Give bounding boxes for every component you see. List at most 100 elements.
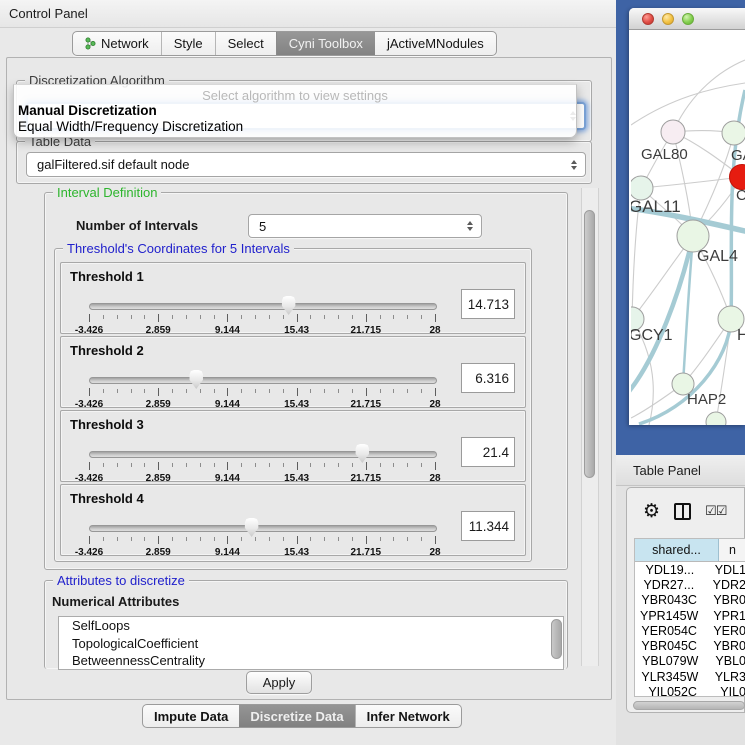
- label-c: C: [736, 187, 745, 204]
- slider-track[interactable]: [89, 377, 437, 384]
- tab-cyni-toolbox[interactable]: Cyni Toolbox: [276, 32, 375, 55]
- network-window-titlebar[interactable]: [629, 8, 745, 30]
- tab-style[interactable]: Style: [161, 32, 215, 55]
- cell-shared-name: YIL052C: [635, 685, 710, 697]
- table-panel: ⚙ ☑☑ shared... n YDL19...YDL1YDR27...YDR…: [626, 487, 745, 713]
- threshold-2-value-field[interactable]: 6.316: [461, 363, 515, 393]
- tab-impute-data[interactable]: Impute Data: [143, 705, 239, 727]
- cell-name: YLR3: [705, 670, 745, 684]
- table-panel-titlebar: Table Panel: [616, 455, 745, 486]
- zoom-window-icon[interactable]: [682, 13, 694, 25]
- control-panel-titlebar: Control Panel: [0, 0, 616, 28]
- slider-thumb[interactable]: [354, 444, 370, 463]
- threshold-4-value-field[interactable]: 11.344: [461, 511, 515, 541]
- node-table[interactable]: shared... n YDL19...YDL1YDR27...YDR2YBR0…: [634, 538, 745, 697]
- threshold-4-label: Threshold 4: [70, 491, 144, 506]
- slider-tick-labels: -3.4262.8599.14415.4321.71528: [89, 547, 435, 559]
- bottom-tab-bar: Impute Data Discretize Data Infer Networ…: [142, 704, 462, 728]
- interval-definition-label: Interval Definition: [53, 185, 161, 200]
- algorithm-option-manual[interactable]: Manual Discretization: [18, 103, 157, 118]
- list-scrollbar[interactable]: [551, 619, 562, 659]
- attributes-group-label: Attributes to discretize: [53, 573, 189, 588]
- tab-impute-data-label: Impute Data: [154, 709, 228, 724]
- tab-discretize-data[interactable]: Discretize Data: [239, 705, 354, 727]
- close-window-icon[interactable]: [642, 13, 654, 25]
- select-columns-icons[interactable]: ☑☑: [705, 503, 726, 519]
- numerical-attributes-label: Numerical Attributes: [52, 594, 179, 609]
- label-gcy1: GCY1: [631, 327, 673, 344]
- algorithm-option-equal-width[interactable]: Equal Width/Frequency Discretization: [18, 119, 243, 134]
- threshold-3-value-field[interactable]: 21.4: [461, 437, 515, 467]
- table-row[interactable]: YBL079WYBL0: [635, 654, 745, 669]
- threshold-3-label: Threshold 3: [70, 417, 144, 432]
- cell-name: YBR0: [703, 593, 745, 607]
- slider-track[interactable]: [89, 303, 437, 310]
- threshold-3-slider[interactable]: -3.4262.8599.14415.4321.71528: [89, 447, 435, 477]
- threshold-1-slider[interactable]: -3.4262.8599.14415.4321.71528: [89, 299, 435, 329]
- tab-select[interactable]: Select: [215, 32, 276, 55]
- threshold-4-slider[interactable]: -3.4262.8599.14415.4321.71528: [89, 521, 435, 551]
- scrollbar-thumb[interactable]: [584, 210, 595, 478]
- cell-name: YIL0: [710, 685, 745, 697]
- cell-name: YER0: [703, 624, 745, 638]
- tab-infer-network[interactable]: Infer Network: [355, 705, 461, 727]
- threshold-2-panel: Threshold 2 -3.4262.8599.14415.4321.7152…: [60, 336, 526, 408]
- tab-jactivemnodules[interactable]: jActiveMNodules: [375, 32, 496, 55]
- table-row[interactable]: YDR27...YDR2: [635, 577, 745, 592]
- column-header-shared-name[interactable]: shared...: [635, 539, 719, 561]
- table-row[interactable]: YBR043CYBR0: [635, 593, 745, 608]
- algorithm-placeholder: Select algorithm to view settings: [14, 88, 576, 103]
- numerical-attributes-list[interactable]: SelfLoopsTopologicalCoefficientBetweenne…: [58, 616, 564, 670]
- network-view-window[interactable]: GAL80 GA C GAL11 GAL4 GCY1 H HAP2: [629, 8, 745, 425]
- panel-scrollbar[interactable]: [581, 188, 599, 666]
- table-horizontal-scrollbar[interactable]: [633, 701, 745, 710]
- label-h: H: [737, 327, 745, 344]
- slider-thumb[interactable]: [188, 370, 204, 389]
- num-intervals-label: Number of Intervals: [76, 218, 198, 233]
- threshold-2-slider[interactable]: -3.4262.8599.14415.4321.71528: [89, 373, 435, 403]
- top-tab-bar: Network Style Select Cyni Toolbox jActiv…: [72, 31, 497, 56]
- slider-ticks: [89, 462, 435, 471]
- column-header-name[interactable]: n: [719, 539, 745, 561]
- threshold-2-label: Threshold 2: [70, 343, 144, 358]
- threshold-1-label: Threshold 1: [70, 269, 144, 284]
- attribute-item[interactable]: TopologicalCoefficient: [59, 635, 563, 653]
- node-top-right[interactable]: [722, 121, 745, 145]
- table-row[interactable]: YDL19...YDL1: [635, 562, 745, 577]
- panel-title: Control Panel: [9, 6, 88, 21]
- combo-arrows-icon: [571, 160, 577, 170]
- label-ga: GA: [731, 147, 745, 164]
- split-view-icon[interactable]: [674, 503, 691, 520]
- cell-shared-name: YLR345W: [635, 670, 705, 684]
- cell-shared-name: YER054C: [635, 624, 703, 638]
- table-body: YDL19...YDL1YDR27...YDR2YBR043CYBR0YPR14…: [635, 562, 745, 697]
- gear-icon[interactable]: ⚙: [643, 502, 660, 521]
- tab-discretize-data-label: Discretize Data: [250, 709, 343, 724]
- cell-shared-name: YBR043C: [635, 593, 703, 607]
- slider-thumb[interactable]: [281, 296, 297, 315]
- table-row[interactable]: YBR045CYBR0: [635, 638, 745, 653]
- node-bottom[interactable]: [706, 412, 726, 425]
- apply-button[interactable]: Apply: [246, 671, 312, 694]
- table-row[interactable]: YER054CYER0: [635, 623, 745, 638]
- threshold-1-value-field[interactable]: 14.713: [461, 289, 515, 319]
- cell-name: YDL1: [705, 563, 745, 577]
- num-intervals-combobox[interactable]: 5: [248, 214, 482, 238]
- table-row[interactable]: YIL052CYIL0: [635, 684, 745, 697]
- slider-track[interactable]: [89, 525, 437, 532]
- node-gal80[interactable]: [661, 120, 685, 144]
- slider-track[interactable]: [89, 451, 437, 458]
- table-row[interactable]: YLR345WYLR3: [635, 669, 745, 684]
- tab-network[interactable]: Network: [73, 32, 161, 55]
- attribute-item[interactable]: SelfLoops: [59, 617, 563, 635]
- table-header: shared... n: [635, 539, 745, 562]
- attribute-item[interactable]: BetweennessCentrality: [59, 652, 563, 670]
- threshold-3-panel: Threshold 3 -3.4262.8599.14415.4321.7152…: [60, 410, 526, 482]
- algorithm-dropdown-popup: Select algorithm to view settings Manual…: [13, 84, 577, 138]
- network-icon: [85, 37, 96, 50]
- slider-thumb[interactable]: [244, 518, 260, 537]
- table-row[interactable]: YPR145WYPR1: [635, 608, 745, 623]
- minimize-window-icon[interactable]: [662, 13, 674, 25]
- table-data-combobox[interactable]: galFiltered.sif default node: [26, 152, 586, 177]
- network-canvas[interactable]: GAL80 GA C GAL11 GAL4 GCY1 H HAP2: [631, 30, 745, 425]
